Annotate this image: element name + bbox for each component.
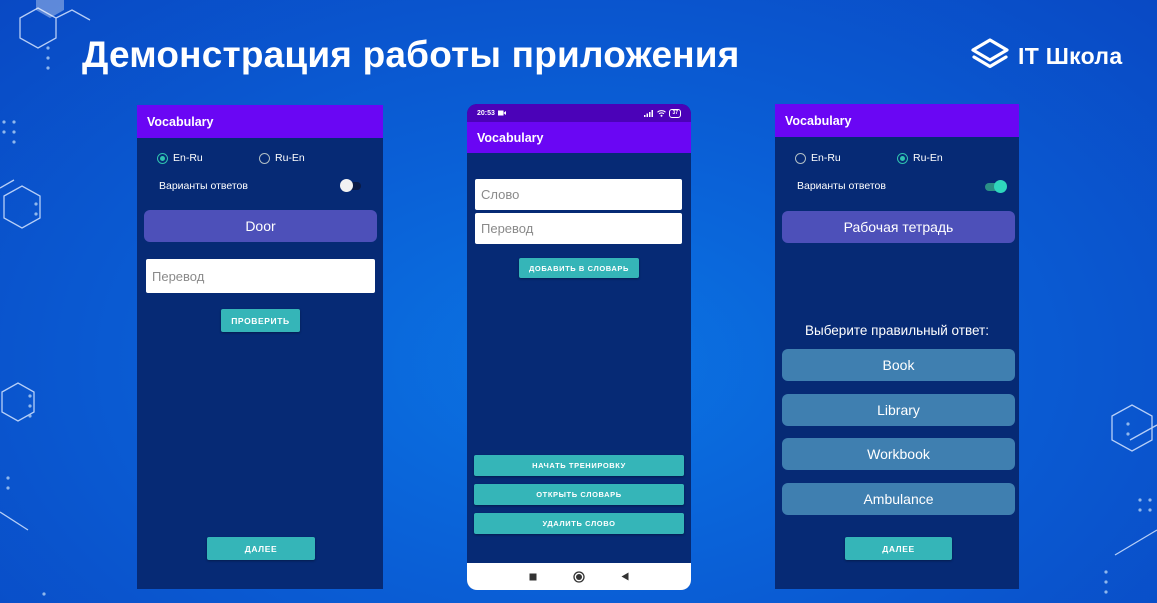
- switch-thumb: [340, 179, 353, 192]
- layers-icon: [971, 38, 1009, 69]
- answer-option[interactable]: Ambulance: [782, 483, 1015, 515]
- radio-en-ru[interactable]: En-Ru: [157, 152, 203, 164]
- app-screen-dictionary: 20:53 37 Vocabulary Слово Перевод ДОБАВИ…: [467, 104, 691, 590]
- options-switch[interactable]: [985, 180, 1007, 193]
- radio-checked-icon: [157, 152, 168, 164]
- radio-unchecked-icon: [259, 152, 270, 164]
- battery-icon: 37: [669, 108, 681, 118]
- radio-ru-en[interactable]: Ru-En: [897, 152, 943, 164]
- translation-input[interactable]: Перевод: [475, 213, 682, 244]
- radio-checked-icon: [897, 152, 908, 164]
- signal-icon: [644, 109, 654, 117]
- answer-option[interactable]: Workbook: [782, 438, 1015, 470]
- back-triangle-icon[interactable]: [621, 572, 629, 581]
- app-bar-title: Vocabulary: [477, 130, 544, 145]
- radio-unchecked-icon: [795, 152, 806, 164]
- square-icon[interactable]: [529, 573, 537, 581]
- radio-label: Ru-En: [913, 152, 943, 164]
- next-button[interactable]: ДАЛЕЕ: [207, 537, 315, 560]
- options-label: Варианты ответов: [159, 180, 248, 192]
- app-bar: Vocabulary: [775, 104, 1019, 137]
- app-bar-title: Vocabulary: [785, 113, 852, 128]
- radio-label: En-Ru: [173, 152, 203, 164]
- status-time: 20:53: [477, 109, 495, 117]
- word-card: Рабочая тетрадь: [782, 211, 1015, 243]
- radio-en-ru[interactable]: En-Ru: [795, 152, 841, 164]
- word-card: Door: [144, 210, 377, 242]
- wifi-icon: [657, 109, 667, 117]
- app-bar: Vocabulary: [467, 122, 691, 153]
- app-bar: Vocabulary: [137, 105, 383, 138]
- check-button[interactable]: ПРОВЕРИТЬ: [221, 309, 300, 332]
- options-switch[interactable]: [340, 179, 361, 192]
- circle-icon[interactable]: [573, 570, 585, 583]
- status-time-group: 20:53: [477, 110, 506, 117]
- answer-option[interactable]: Book: [782, 349, 1015, 381]
- start-training-button[interactable]: НАЧАТЬ ТРЕНИРОВКУ: [474, 455, 684, 476]
- switch-thumb: [994, 180, 1007, 193]
- add-to-dictionary-button[interactable]: ДОБАВИТЬ В СЛОВАРЬ: [519, 258, 639, 278]
- delete-word-button[interactable]: УДАЛИТЬ СЛОВО: [474, 513, 684, 534]
- app-bar-title: Vocabulary: [147, 114, 214, 129]
- app-screen-multiple-choice: Vocabulary En-Ru Ru-En Варианты ответов …: [775, 104, 1019, 589]
- word-input[interactable]: Слово: [475, 179, 682, 210]
- radio-label: Ru-En: [275, 152, 305, 164]
- brand-name: IT Школа: [1018, 42, 1123, 69]
- next-button[interactable]: ДАЛЕЕ: [845, 537, 952, 560]
- brand-logo: IT Школа: [970, 38, 1122, 74]
- slide-title: Демонстрация работы приложения: [82, 34, 740, 75]
- open-dictionary-button[interactable]: ОТКРЫТЬ СЛОВАРЬ: [474, 484, 684, 505]
- system-nav-bar: [467, 563, 691, 590]
- camera-icon: [497, 110, 506, 116]
- translation-input[interactable]: Перевод: [146, 259, 375, 293]
- answer-prompt: Выберите правильный ответ:: [805, 323, 989, 338]
- answer-option[interactable]: Library: [782, 394, 1015, 426]
- options-label: Варианты ответов: [797, 180, 886, 192]
- radio-ru-en[interactable]: Ru-En: [259, 152, 305, 164]
- radio-label: En-Ru: [811, 152, 841, 164]
- app-screen-quiz-input: Vocabulary En-Ru Ru-En Варианты ответов …: [137, 105, 383, 589]
- status-icons: 37: [644, 108, 681, 118]
- status-bar: 20:53 37: [467, 104, 691, 122]
